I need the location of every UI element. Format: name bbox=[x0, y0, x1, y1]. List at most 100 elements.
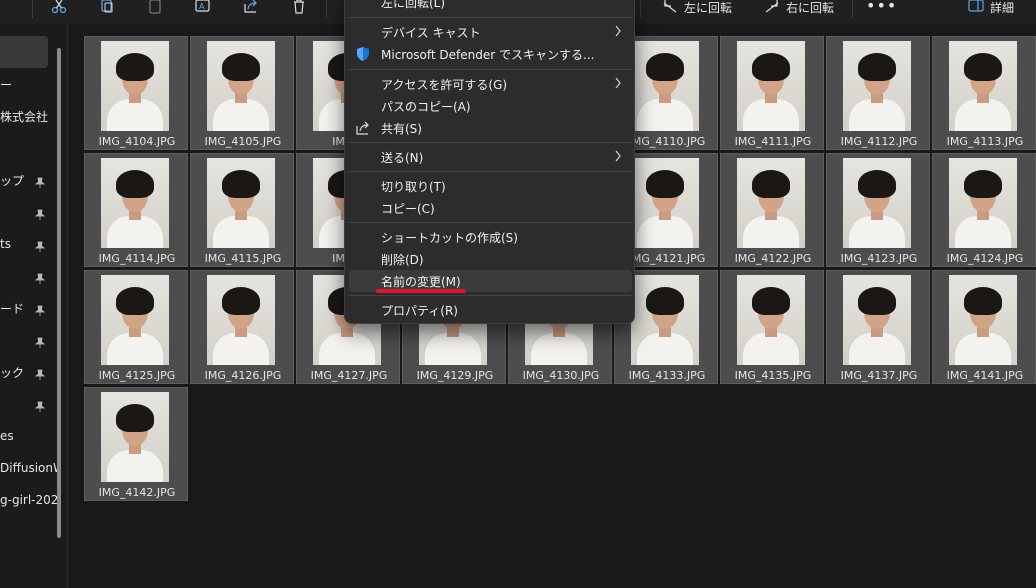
file-name: IMG_4111.JPG bbox=[734, 135, 812, 148]
file-thumbnail[interactable]: IMG_4112.JPG bbox=[826, 36, 930, 150]
photo-preview bbox=[843, 158, 911, 248]
rotate-right-button[interactable]: 右に回転 bbox=[764, 0, 834, 15]
file-thumbnail[interactable]: IMG_4114.JPG bbox=[84, 153, 188, 267]
file-name: IMG_4105.JPG bbox=[204, 135, 282, 148]
sidebar-item-pinned[interactable]: ップ bbox=[0, 166, 60, 194]
photo-preview bbox=[101, 275, 169, 365]
file-thumbnail[interactable]: IMG_4123.JPG bbox=[826, 153, 930, 267]
menu-item-share[interactable]: 共有(S) bbox=[349, 117, 632, 139]
menu-separator bbox=[349, 17, 632, 18]
rotate-left-button[interactable]: 左に回転 bbox=[662, 0, 733, 15]
context-menu: 左に回転(L) デバイス キャスト Microsoft Defender でスキ… bbox=[344, 0, 635, 324]
photo-preview bbox=[843, 41, 911, 131]
sidebar-item-pinned[interactable]: ード bbox=[0, 294, 60, 322]
sidebar-item[interactable]: ー bbox=[0, 70, 60, 98]
file-name: IMG_4124.JPG bbox=[946, 252, 1024, 265]
sidebar-item-pinned[interactable] bbox=[0, 198, 60, 226]
toolbar-separator bbox=[852, 0, 853, 18]
sidebar-item[interactable]: g-girl-202 bbox=[0, 486, 60, 514]
file-name: IMG_4129.JPG bbox=[416, 369, 494, 382]
pin-icon bbox=[34, 174, 46, 188]
toolbar-separator bbox=[32, 0, 33, 18]
file-name: IMG_4125.JPG bbox=[98, 369, 176, 382]
photo-preview bbox=[737, 41, 805, 131]
file-thumbnail[interactable]: IMG_4115.JPG bbox=[190, 153, 294, 267]
rotate-right-icon bbox=[765, 0, 779, 13]
sidebar-item-pinned[interactable]: ック bbox=[0, 358, 60, 386]
menu-item-copy[interactable]: コピー(C) bbox=[349, 197, 632, 219]
rotate-left-icon bbox=[663, 0, 677, 13]
photo-preview bbox=[949, 41, 1017, 131]
file-thumbnail[interactable]: IMG_4122.JPG bbox=[720, 153, 824, 267]
menu-item-create-shortcut[interactable]: ショートカットの作成(S) bbox=[349, 226, 632, 248]
sidebar-item[interactable]: DiffusionW bbox=[0, 454, 60, 482]
more-options-button[interactable]: ••• bbox=[866, 0, 897, 15]
pin-icon bbox=[34, 334, 46, 348]
navigation-pane: ー 株式会社 ップ ts ード ック es DiffusionW g-girl-… bbox=[0, 24, 68, 588]
menu-item-grant-access[interactable]: アクセスを許可する(G) bbox=[349, 73, 632, 95]
menu-item-copy-path[interactable]: パスのコピー(A) bbox=[349, 95, 632, 117]
photo-preview bbox=[101, 158, 169, 248]
menu-item-cut[interactable]: 切り取り(T) bbox=[349, 175, 632, 197]
menu-item-send-to[interactable]: 送る(N) bbox=[349, 146, 632, 168]
delete-icon[interactable] bbox=[288, 0, 310, 14]
file-thumbnail[interactable]: IMG_4142.JPG bbox=[84, 387, 188, 501]
chevron-right-icon bbox=[614, 77, 622, 89]
photo-preview bbox=[631, 41, 699, 131]
file-thumbnail[interactable]: IMG_4126.JPG bbox=[190, 270, 294, 384]
chevron-right-icon bbox=[614, 150, 622, 162]
file-thumbnail[interactable]: IMG_4113.JPG bbox=[932, 36, 1036, 150]
photo-preview bbox=[631, 275, 699, 365]
file-name: IMG_4122.JPG bbox=[734, 252, 812, 265]
file-name: IMG_4141.JPG bbox=[946, 369, 1024, 382]
menu-separator bbox=[349, 171, 632, 172]
file-thumbnail[interactable]: IMG_4111.JPG bbox=[720, 36, 824, 150]
file-thumbnail[interactable]: IMG_4135.JPG bbox=[720, 270, 824, 384]
pin-icon bbox=[34, 206, 46, 220]
file-name: IMG_4115.JPG bbox=[204, 252, 282, 265]
menu-item-rotate-left[interactable]: 左に回転(L) bbox=[349, 0, 632, 13]
menu-item-defender-scan[interactable]: Microsoft Defender でスキャンする... bbox=[349, 43, 632, 65]
file-name: IMG_4133.JPG bbox=[628, 369, 706, 382]
sidebar-item-pinned[interactable] bbox=[0, 390, 60, 418]
share-icon bbox=[355, 120, 371, 136]
file-thumbnail[interactable]: IMG_4137.JPG bbox=[826, 270, 930, 384]
photo-preview bbox=[631, 158, 699, 248]
paste-icon[interactable] bbox=[144, 0, 166, 14]
file-name: IMG_4137.JPG bbox=[840, 369, 918, 382]
file-thumbnail[interactable]: IMG_4104.JPG bbox=[84, 36, 188, 150]
sidebar-item-pinned[interactable] bbox=[0, 326, 60, 354]
rename-icon[interactable]: A bbox=[192, 0, 214, 14]
details-button[interactable]: 詳細 bbox=[968, 0, 1015, 15]
menu-item-delete[interactable]: 削除(D) bbox=[349, 248, 632, 270]
pin-icon bbox=[34, 302, 46, 316]
sidebar-scrollbar[interactable] bbox=[57, 48, 61, 538]
sidebar-item-pinned[interactable] bbox=[0, 262, 60, 290]
rotate-left-label: 左に回転 bbox=[684, 0, 733, 15]
share-icon[interactable] bbox=[240, 0, 262, 14]
menu-item-properties[interactable]: プロパティ(R) bbox=[349, 299, 632, 321]
copy-icon[interactable] bbox=[96, 0, 118, 14]
file-name: IMG_4126.JPG bbox=[204, 369, 282, 382]
pin-icon bbox=[34, 270, 46, 284]
file-thumbnail[interactable]: IMG_4105.JPG bbox=[190, 36, 294, 150]
photo-preview bbox=[101, 41, 169, 131]
file-name: IMG_4104.JPG bbox=[98, 135, 176, 148]
file-thumbnail[interactable]: IMG_4124.JPG bbox=[932, 153, 1036, 267]
details-label: 詳細 bbox=[990, 0, 1015, 15]
sidebar-item-selected[interactable] bbox=[0, 36, 48, 68]
sidebar-item[interactable]: es bbox=[0, 422, 60, 450]
sidebar-item[interactable]: 株式会社 bbox=[0, 102, 60, 130]
chevron-right-icon bbox=[614, 25, 622, 37]
photo-preview bbox=[737, 158, 805, 248]
file-thumbnail[interactable]: IMG_4125.JPG bbox=[84, 270, 188, 384]
menu-item-device-cast[interactable]: デバイス キャスト bbox=[349, 21, 632, 43]
menu-separator bbox=[349, 69, 632, 70]
file-thumbnail[interactable]: IMG_4141.JPG bbox=[932, 270, 1036, 384]
photo-preview bbox=[207, 41, 275, 131]
photo-preview bbox=[207, 275, 275, 365]
sidebar-item-pinned[interactable]: ts bbox=[0, 230, 60, 258]
svg-text:A: A bbox=[199, 2, 205, 11]
pin-icon bbox=[34, 366, 46, 380]
cut-icon[interactable] bbox=[48, 0, 70, 14]
